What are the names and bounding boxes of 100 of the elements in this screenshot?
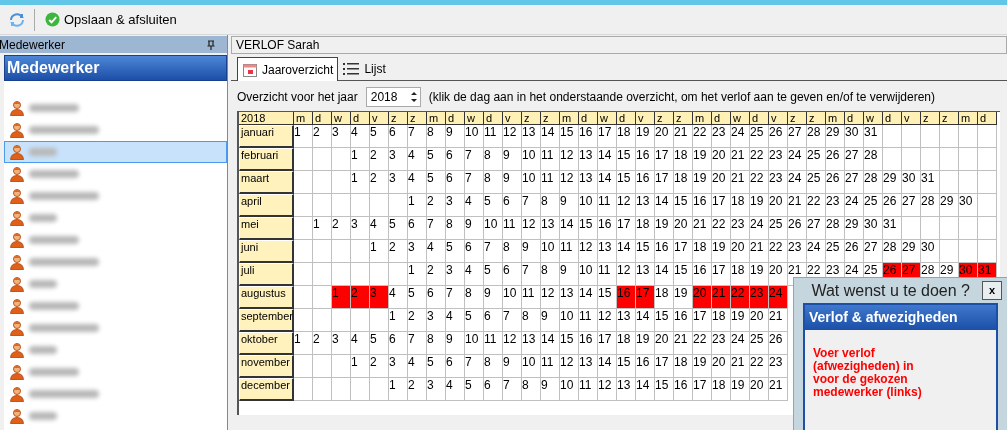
day-cell[interactable]: 3 bbox=[351, 217, 370, 240]
day-cell[interactable]: 20 bbox=[750, 378, 769, 401]
day-cell[interactable]: 20 bbox=[712, 148, 731, 171]
day-cell[interactable]: 11 bbox=[541, 171, 560, 194]
day-cell[interactable]: 24 bbox=[788, 148, 807, 171]
day-cell[interactable]: 4 bbox=[370, 217, 389, 240]
day-cell[interactable]: 6 bbox=[446, 355, 465, 378]
day-cell[interactable]: 15 bbox=[579, 217, 598, 240]
day-cell[interactable]: 6 bbox=[389, 125, 408, 148]
day-cell[interactable]: 13 bbox=[579, 148, 598, 171]
day-cell[interactable]: 26 bbox=[826, 171, 845, 194]
day-cell[interactable]: 4 bbox=[465, 263, 484, 286]
save-close-button[interactable]: Opslaan & afsluiten bbox=[43, 9, 179, 30]
day-cell[interactable]: 18 bbox=[674, 355, 693, 378]
day-cell[interactable]: 4 bbox=[427, 240, 446, 263]
day-cell[interactable]: 11 bbox=[598, 263, 617, 286]
day-cell[interactable]: 17 bbox=[598, 125, 617, 148]
day-cell[interactable]: 22 bbox=[807, 194, 826, 217]
day-cell[interactable]: 24 bbox=[788, 171, 807, 194]
day-cell[interactable]: 12 bbox=[617, 263, 636, 286]
day-cell[interactable]: 18 bbox=[712, 378, 731, 401]
day-cell[interactable]: 14 bbox=[636, 378, 655, 401]
day-cell[interactable]: 15 bbox=[617, 355, 636, 378]
close-button[interactable]: x bbox=[982, 281, 1002, 300]
day-cell[interactable]: 11 bbox=[579, 378, 598, 401]
day-cell[interactable]: 5 bbox=[446, 240, 465, 263]
day-cell[interactable]: 11 bbox=[560, 240, 579, 263]
day-cell[interactable]: 21 bbox=[674, 332, 693, 355]
day-cell[interactable]: 10 bbox=[579, 263, 598, 286]
day-cell[interactable]: 5 bbox=[389, 217, 408, 240]
day-cell[interactable]: 16 bbox=[617, 286, 636, 309]
day-cell[interactable]: 6 bbox=[484, 309, 503, 332]
day-cell[interactable]: 30 bbox=[959, 194, 978, 217]
day-cell[interactable]: 15 bbox=[636, 240, 655, 263]
day-cell[interactable]: 22 bbox=[731, 286, 750, 309]
day-cell[interactable]: 20 bbox=[769, 194, 788, 217]
day-cell[interactable]: 12 bbox=[598, 378, 617, 401]
day-cell[interactable]: 22 bbox=[712, 217, 731, 240]
day-cell[interactable]: 6 bbox=[503, 263, 522, 286]
day-cell[interactable]: 6 bbox=[427, 286, 446, 309]
day-cell[interactable]: 3 bbox=[408, 240, 427, 263]
day-cell[interactable]: 21 bbox=[731, 171, 750, 194]
day-cell[interactable]: 3 bbox=[332, 332, 351, 355]
employee-item[interactable] bbox=[4, 141, 227, 163]
day-cell[interactable]: 29 bbox=[940, 194, 959, 217]
day-cell[interactable]: 2 bbox=[332, 217, 351, 240]
day-cell[interactable]: 13 bbox=[598, 240, 617, 263]
day-cell[interactable]: 5 bbox=[465, 378, 484, 401]
day-cell[interactable]: 18 bbox=[731, 194, 750, 217]
day-cell[interactable]: 14 bbox=[598, 355, 617, 378]
day-cell[interactable]: 29 bbox=[826, 125, 845, 148]
day-cell[interactable]: 9 bbox=[560, 263, 579, 286]
day-cell[interactable]: 7 bbox=[465, 171, 484, 194]
day-cell[interactable]: 1 bbox=[351, 355, 370, 378]
day-cell[interactable]: 24 bbox=[731, 125, 750, 148]
day-cell[interactable]: 11 bbox=[522, 286, 541, 309]
day-cell[interactable]: 10 bbox=[579, 194, 598, 217]
day-cell[interactable]: 21 bbox=[731, 355, 750, 378]
day-cell[interactable]: 10 bbox=[465, 332, 484, 355]
day-cell[interactable]: 17 bbox=[712, 263, 731, 286]
day-cell[interactable]: 31 bbox=[864, 125, 883, 148]
day-cell[interactable]: 30 bbox=[921, 240, 940, 263]
day-cell[interactable]: 14 bbox=[655, 194, 674, 217]
day-cell[interactable]: 13 bbox=[579, 355, 598, 378]
day-cell[interactable]: 28 bbox=[807, 125, 826, 148]
day-cell[interactable]: 10 bbox=[484, 217, 503, 240]
day-cell[interactable]: 27 bbox=[864, 240, 883, 263]
day-cell[interactable]: 5 bbox=[427, 148, 446, 171]
day-cell[interactable]: 28 bbox=[883, 240, 902, 263]
day-cell[interactable]: 25 bbox=[826, 240, 845, 263]
day-cell[interactable]: 7 bbox=[522, 194, 541, 217]
day-cell[interactable]: 3 bbox=[446, 263, 465, 286]
day-cell[interactable]: 4 bbox=[446, 378, 465, 401]
day-cell[interactable]: 14 bbox=[617, 240, 636, 263]
day-cell[interactable]: 17 bbox=[693, 378, 712, 401]
day-cell[interactable]: 12 bbox=[579, 240, 598, 263]
day-cell[interactable]: 2 bbox=[313, 125, 332, 148]
day-cell[interactable]: 26 bbox=[769, 332, 788, 355]
day-cell[interactable]: 6 bbox=[465, 240, 484, 263]
day-cell[interactable]: 7 bbox=[446, 286, 465, 309]
day-cell[interactable]: 19 bbox=[693, 148, 712, 171]
day-cell[interactable]: 22 bbox=[750, 355, 769, 378]
day-cell[interactable]: 17 bbox=[617, 217, 636, 240]
day-cell[interactable]: 4 bbox=[408, 355, 427, 378]
day-cell[interactable]: 1 bbox=[370, 240, 389, 263]
day-cell[interactable]: 12 bbox=[503, 332, 522, 355]
day-cell[interactable]: 2 bbox=[408, 309, 427, 332]
day-cell[interactable]: 29 bbox=[902, 240, 921, 263]
day-cell[interactable]: 5 bbox=[370, 332, 389, 355]
day-cell[interactable]: 23 bbox=[731, 217, 750, 240]
day-cell[interactable]: 10 bbox=[465, 125, 484, 148]
day-cell[interactable]: 11 bbox=[579, 309, 598, 332]
day-cell[interactable]: 19 bbox=[693, 355, 712, 378]
day-cell[interactable]: 11 bbox=[541, 355, 560, 378]
day-cell[interactable]: 27 bbox=[788, 125, 807, 148]
day-cell[interactable]: 19 bbox=[731, 378, 750, 401]
day-cell[interactable]: 13 bbox=[522, 125, 541, 148]
day-cell[interactable]: 7 bbox=[484, 240, 503, 263]
day-cell[interactable]: 22 bbox=[750, 148, 769, 171]
day-cell[interactable]: 3 bbox=[389, 355, 408, 378]
